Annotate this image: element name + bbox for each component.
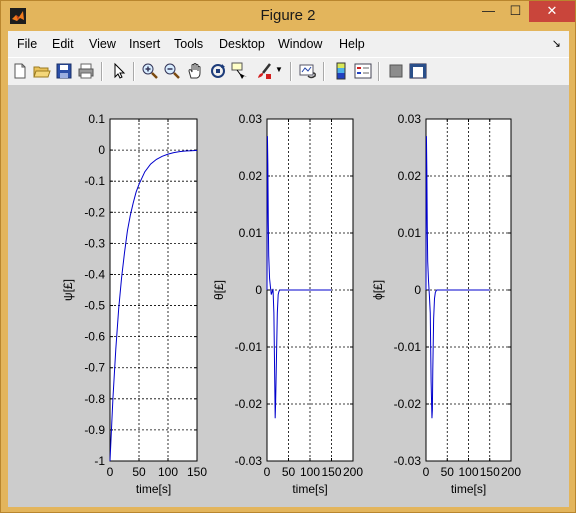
- rotate-3d-icon[interactable]: [209, 62, 227, 80]
- menu-help[interactable]: Help: [339, 37, 365, 51]
- open-file-icon[interactable]: [33, 62, 51, 80]
- psi-y-tick-label: -0.4: [84, 267, 105, 281]
- client-area: File Edit View Insert Tools Desktop Wind…: [8, 31, 569, 507]
- psi-x-tick-label: 50: [132, 465, 146, 479]
- phi-x-tick-label: 0: [423, 465, 430, 479]
- psi-y-tick-label: 0.1: [88, 112, 105, 126]
- psi-axes: 0.1 0 -0.1 -0.2 -0.3 -0.4 -0.5 -0.6 -0.7 -0.8 -0.9…: [61, 112, 207, 496]
- phi-x-tick-label: 100: [458, 465, 478, 479]
- print-icon[interactable]: [77, 62, 95, 80]
- theta-x-tick-label: 150: [321, 465, 341, 479]
- psi-y-tick-label: -0.1: [84, 174, 105, 188]
- psi-plot-area: [110, 119, 197, 461]
- new-figure-icon[interactable]: [11, 62, 29, 80]
- phi-x-tick-label: 200: [501, 465, 521, 479]
- phi-y-tick-label: -0.01: [394, 340, 422, 354]
- phi-axes: 0.030.020.010-0.01-0.02-0.030 50 100 150 200…: [371, 112, 521, 496]
- brush-dropdown-icon[interactable]: ▼: [275, 65, 283, 83]
- theta-y-tick-label: 0: [255, 283, 262, 297]
- psi-y-tick-label: -0.9: [84, 423, 105, 437]
- phi-y-tick-label: 0.01: [398, 226, 422, 240]
- theta-y-tick-label: 0.02: [239, 169, 263, 183]
- theta-y-tick-label: 0.03: [239, 112, 263, 126]
- theta-x-tick-label: 200: [343, 465, 363, 479]
- phi-y-tick-label: 0.02: [398, 169, 422, 183]
- pan-hand-icon[interactable]: [186, 62, 204, 80]
- phi-x-tick-label: 150: [480, 465, 500, 479]
- theta-y-tick-label: -0.03: [235, 454, 263, 468]
- legend-icon[interactable]: [354, 62, 372, 80]
- phi-x-tick-label: 50: [441, 465, 455, 479]
- brush-icon[interactable]: [255, 62, 273, 80]
- colorbar-icon[interactable]: [332, 62, 350, 80]
- theta-x-tick-label: 50: [282, 465, 296, 479]
- link-plot-icon[interactable]: [299, 62, 317, 80]
- toolbar-separator: [133, 62, 135, 81]
- edit-plot-arrow-icon[interactable]: [110, 62, 128, 80]
- theta-axes: 0.030.020.010-0.01-0.02-0.030 50 100 150 200…: [212, 112, 363, 496]
- psi-y-tick-label: -1: [94, 454, 105, 468]
- minimize-button[interactable]: —: [475, 1, 502, 22]
- theta-x-tick-label: 100: [300, 465, 320, 479]
- maximize-button[interactable]: ☐: [502, 1, 529, 22]
- data-cursor-icon[interactable]: [231, 62, 249, 80]
- zoom-out-icon[interactable]: [163, 62, 181, 80]
- theta-y-tick-label: -0.02: [235, 397, 263, 411]
- toolbar-separator: [290, 62, 292, 81]
- psi-y-tick-label: -0.5: [84, 299, 105, 313]
- phi-y-tick-label: 0: [414, 283, 421, 297]
- menu-tools[interactable]: Tools: [174, 37, 203, 51]
- psi-y-tick-label: -0.7: [84, 361, 105, 375]
- dock-arrow-icon[interactable]: ↘: [552, 37, 561, 50]
- psi-x-tick-label: 0: [107, 465, 114, 479]
- save-icon[interactable]: [55, 62, 73, 80]
- toolbar-separator: [378, 62, 380, 81]
- theta-x-axis-label: time[s]: [292, 482, 327, 496]
- show-plot-tools-icon[interactable]: [409, 62, 427, 80]
- menu-window[interactable]: Window: [278, 37, 322, 51]
- theta-y-tick-label: -0.01: [235, 340, 263, 354]
- theta-y-tick-label: 0.01: [239, 226, 263, 240]
- menu-file[interactable]: File: [17, 37, 37, 51]
- hide-plot-tools-icon[interactable]: [387, 62, 405, 80]
- psi-y-tick-label: 0: [98, 143, 105, 157]
- toolbar-separator: [101, 62, 103, 81]
- menu-view[interactable]: View: [89, 37, 116, 51]
- psi-y-tick-label: -0.8: [84, 392, 105, 406]
- psi-y-axis-label: ψ[£]: [61, 279, 75, 301]
- psi-x-tick-label: 100: [158, 465, 178, 479]
- menu-insert[interactable]: Insert: [129, 37, 160, 51]
- toolbar-separator: [323, 62, 325, 81]
- phi-x-axis-label: time[s]: [451, 482, 486, 496]
- phi-y-tick-label: -0.03: [394, 454, 422, 468]
- title-bar[interactable]: Figure 2 — ☐ ✕: [1, 1, 575, 31]
- psi-x-axis-label: time[s]: [136, 482, 171, 496]
- figure-plots: 0.1 0 -0.1 -0.2 -0.3 -0.4 -0.5 -0.6 -0.7 -0.8 -0.9…: [61, 112, 521, 496]
- psi-y-tick-label: -0.6: [84, 330, 105, 344]
- theta-x-tick-label: 0: [264, 465, 271, 479]
- phi-y-axis-label: ϕ[£]: [371, 280, 385, 300]
- figure-toolbar: ▼: [8, 57, 569, 86]
- menu-desktop[interactable]: Desktop: [219, 37, 265, 51]
- menu-edit[interactable]: Edit: [52, 37, 74, 51]
- theta-y-axis-label: θ[£]: [212, 280, 226, 300]
- psi-x-tick-label: 150: [187, 465, 207, 479]
- menu-bar: File Edit View Insert Tools Desktop Wind…: [8, 31, 569, 57]
- phi-y-tick-label: -0.02: [394, 397, 422, 411]
- figure-canvas: 0.1 0 -0.1 -0.2 -0.3 -0.4 -0.5 -0.6 -0.7 -0.8 -0.9…: [8, 85, 569, 507]
- close-button[interactable]: ✕: [529, 1, 575, 22]
- zoom-in-icon[interactable]: [141, 62, 159, 80]
- psi-y-tick-label: -0.3: [84, 236, 105, 250]
- phi-y-tick-label: 0.03: [398, 112, 422, 126]
- figure-window: Figure 2 — ☐ ✕ File Edit View Insert Too…: [0, 0, 576, 513]
- psi-y-tick-label: -0.2: [84, 205, 105, 219]
